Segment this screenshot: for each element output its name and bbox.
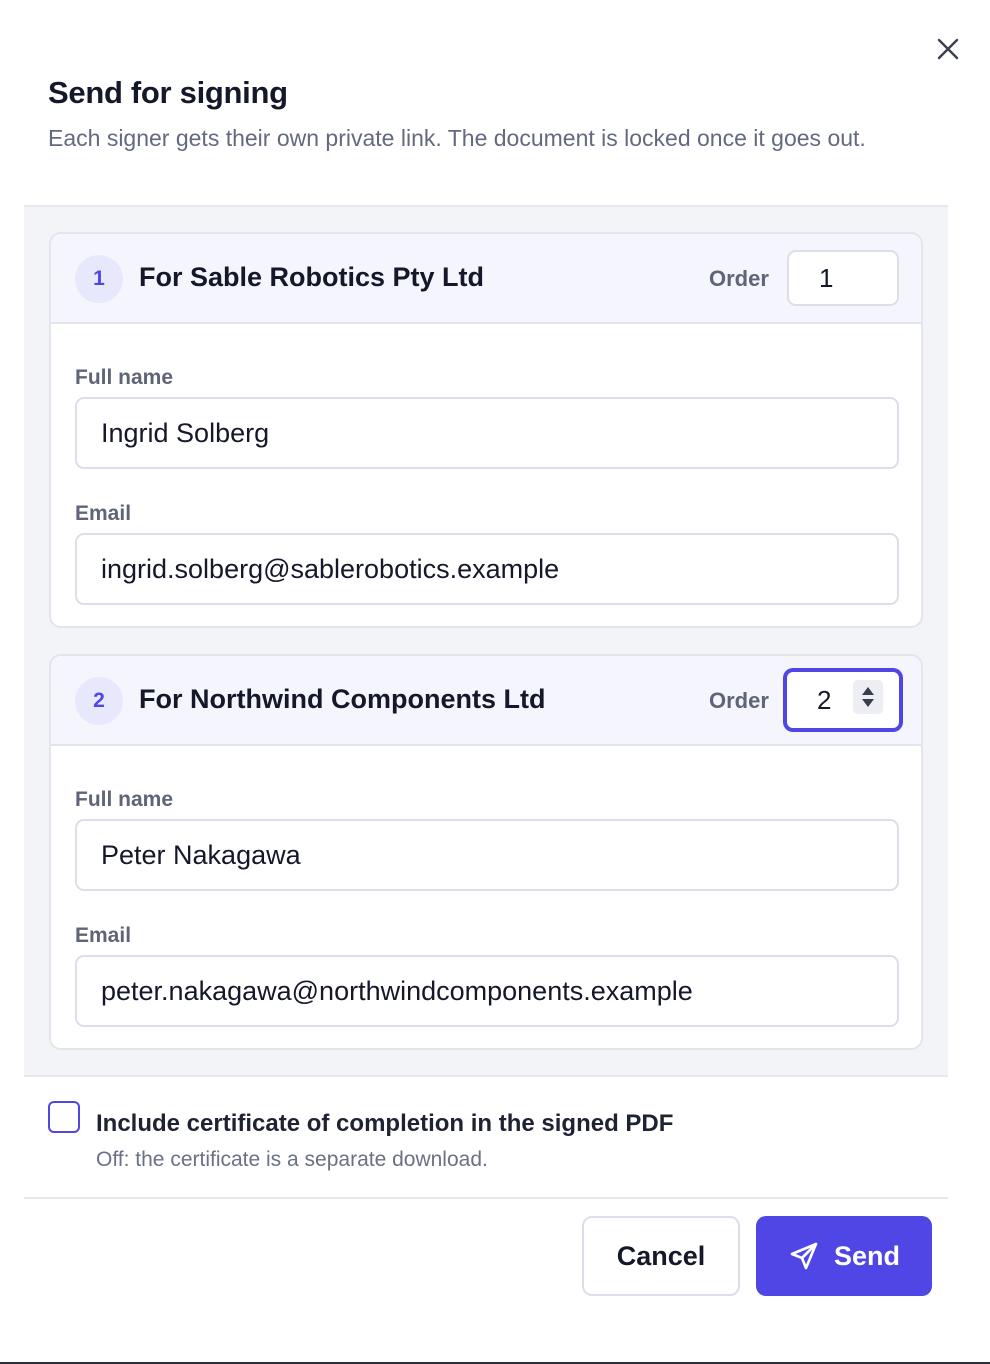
cancel-button[interactable]: Cancel — [582, 1216, 740, 1296]
certificate-help-text: Off: the certificate is a separate downl… — [96, 1148, 488, 1171]
send-button-label: Send — [833, 1240, 900, 1271]
footer-divider — [24, 1197, 948, 1199]
email-label: Email — [75, 502, 132, 525]
certificate-checkbox[interactable] — [48, 1101, 80, 1133]
full-name-label: Full name — [75, 788, 174, 811]
send-for-signing-dialog: Send for signing Each signer gets their … — [0, 0, 990, 1364]
options-divider — [24, 1075, 948, 1077]
cancel-button-label: Cancel — [616, 1240, 706, 1271]
signer-card-header: 2 For Northwind Components Ltd Order 2 — [51, 656, 921, 746]
signer-party-title: For Sable Robotics Pty Ltd — [139, 262, 485, 292]
signer-card: 1 For Sable Robotics Pty Ltd Order 1 Ful… — [49, 232, 923, 628]
close-button[interactable] — [930, 31, 966, 67]
full-name-input[interactable] — [75, 819, 899, 891]
signer-party-title: For Northwind Components Ltd — [139, 684, 546, 714]
order-input[interactable]: 2 — [784, 669, 902, 731]
order-value: 1 — [819, 262, 834, 293]
signer-card-header: 1 For Sable Robotics Pty Ltd Order 1 — [51, 234, 921, 324]
signer-number-badge: 1 — [75, 255, 123, 303]
increment-arrow-icon[interactable] — [862, 687, 874, 695]
order-label: Order — [709, 688, 769, 713]
order-label: Order — [709, 266, 769, 291]
send-icon — [790, 1242, 818, 1270]
signer-card: 2 For Northwind Components Ltd Order 2 F… — [49, 654, 923, 1050]
email-label: Email — [75, 924, 132, 947]
close-icon — [937, 38, 959, 60]
decrement-arrow-icon[interactable] — [862, 699, 874, 707]
email-input[interactable] — [75, 533, 899, 605]
send-button[interactable]: Send — [756, 1216, 932, 1296]
spinner-icon[interactable] — [853, 680, 883, 714]
signer-number-badge: 2 — [75, 677, 123, 725]
order-value: 2 — [817, 684, 832, 715]
dialog-title: Send for signing — [48, 75, 288, 110]
full-name-label: Full name — [75, 366, 174, 389]
email-input[interactable] — [75, 955, 899, 1027]
order-input[interactable]: 1 — [787, 250, 899, 306]
certificate-checkbox-label[interactable]: Include certificate of completion in the… — [96, 1110, 673, 1138]
dialog-subtitle: Each signer gets their own private link.… — [48, 125, 866, 151]
full-name-input[interactable] — [75, 397, 899, 469]
